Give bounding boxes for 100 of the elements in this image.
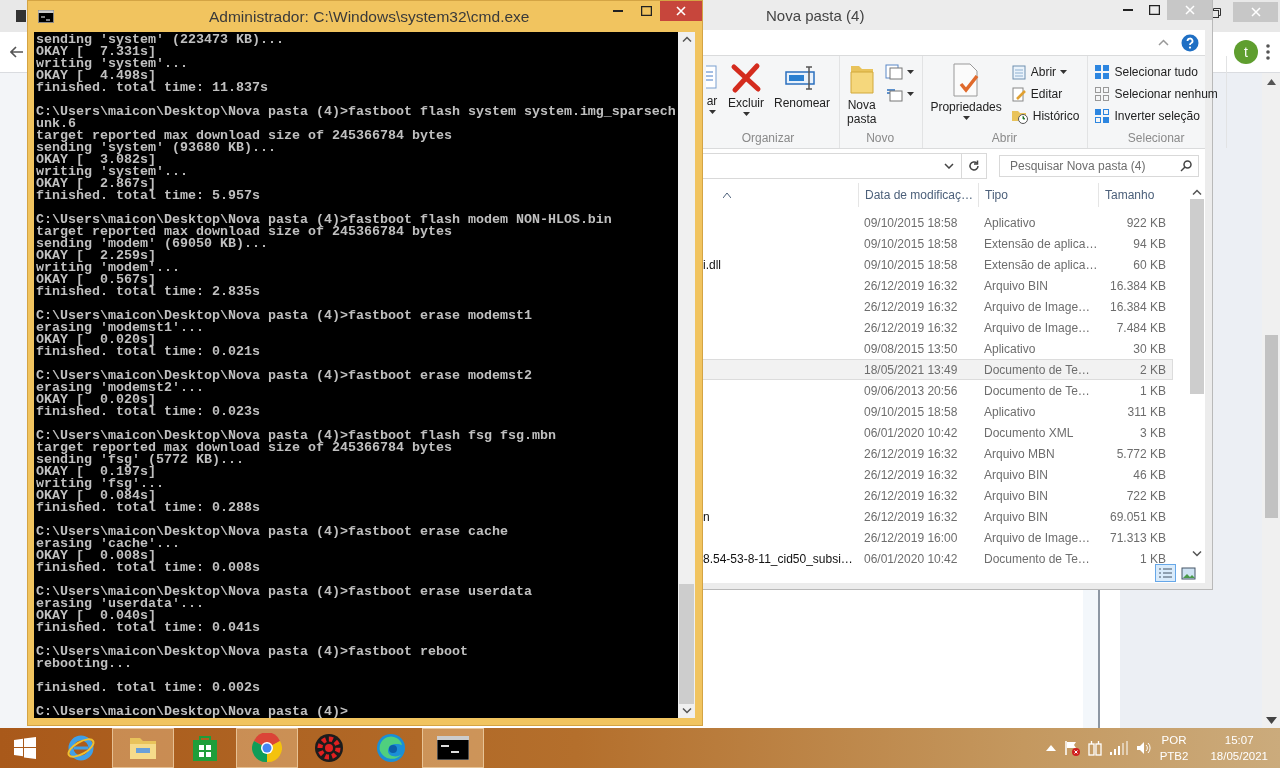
ribbon-button[interactable]: ar: [703, 60, 721, 131]
scrollbar[interactable]: [678, 32, 695, 718]
table-cell-text: 722 KB: [1125, 488, 1166, 503]
console-line: unk.6: [36, 118, 76, 130]
column-header[interactable]: Tamanho: [1098, 183, 1178, 207]
flag-error-icon[interactable]: [1063, 740, 1080, 756]
minimize-icon: [1123, 9, 1133, 11]
table-cell-text: 46 KB: [1132, 467, 1166, 482]
caret-icon: [708, 110, 716, 114]
chevron-up-icon[interactable]: [1045, 745, 1056, 751]
table-cell-text: 7.484 KB: [1115, 320, 1166, 335]
console-line: OKAY [ 0.197s]: [36, 466, 156, 478]
file-row[interactable]: 09/10/2015 18:58 Aplicativo 922 KB: [703, 212, 1173, 233]
console-line: C:\Users\maicon\Desktop\Nova pasta (4)>: [36, 706, 349, 718]
console-line: OKAY [ 7.331s]: [36, 46, 156, 58]
file-row[interactable]: 8.54-53-8-11_cid50_subsi… 06/01/2020 10:42 Documento de Te… 1 KB: [703, 548, 1173, 569]
table-cell-text: 922 KB: [1125, 215, 1166, 230]
file-row[interactable]: 26/12/2019 16:32 Arquivo BIN 722 KB: [703, 485, 1173, 506]
console-line: target reported max download size of 245366784 bytes: [36, 226, 453, 238]
ribbon-button[interactable]: Editar: [1008, 84, 1082, 103]
minimize-icon: [613, 10, 623, 12]
table-cell-text: 26/12/2019 16:32: [863, 467, 959, 482]
refresh-icon: [968, 160, 980, 172]
invert-selection-icon: [1094, 107, 1111, 124]
select-none-icon: [1094, 85, 1111, 102]
ribbon-button[interactable]: Selecionar tudo: [1092, 62, 1220, 81]
column-header[interactable]: Data de modificaç…: [858, 183, 978, 207]
table-cell-text: 1 KB: [1139, 383, 1166, 398]
console-line: C:\Users\maicon\Desktop\Nova pasta (4)>fastboot reboot: [36, 646, 469, 658]
table-cell-text: 09/10/2015 18:58: [863, 215, 959, 230]
help-icon[interactable]: [1181, 33, 1199, 52]
console-line: finished. total time: 0.288s: [36, 502, 261, 514]
ribbon-button[interactable]: Abrir: [1008, 62, 1082, 81]
file-row[interactable]: i.dll 09/10/2015 18:58 Extensão de aplica… 60 KB: [703, 254, 1173, 275]
kebab-menu-icon[interactable]: [1266, 44, 1270, 60]
collapse-ribbon-icon[interactable]: [1158, 39, 1169, 46]
console-line: erasing 'cache'...: [36, 538, 180, 550]
maximize-icon[interactable]: [1211, 8, 1221, 18]
file-row[interactable]: 26/12/2019 16:32 Arquivo BIN 16.384 KB: [703, 275, 1173, 296]
ribbon-button[interactable]: Selecionar nenhum: [1092, 84, 1220, 103]
console-line: erasing 'modemst1'...: [36, 322, 204, 334]
close-icon: [1184, 5, 1195, 15]
file-row[interactable]: 09/06/2013 20:56 Documento de Te… 1 KB: [703, 380, 1173, 401]
console-line: writing 'modem'...: [36, 262, 181, 274]
table-cell-text: 71.313 KB: [1108, 530, 1166, 545]
ribbon-button[interactable]: Nova pasta: [844, 60, 880, 131]
ribbon-button[interactable]: Histórico: [1008, 106, 1082, 125]
console-line: finished. total time: 0.008s: [36, 562, 261, 574]
scrollbar-thumb[interactable]: [679, 584, 694, 704]
file-row[interactable]: 18/05/2021 13:49 Documento de Te… 2 KB: [703, 359, 1173, 380]
console-line: OKAY [ 0.084s]: [36, 490, 156, 502]
table-cell-text: Arquivo BIN: [983, 278, 1050, 293]
ribbon-button[interactable]: Propriedades: [927, 60, 1005, 131]
ribbon-button[interactable]: [883, 62, 917, 81]
file-row[interactable]: 26/12/2019 16:32 Arquivo de Image… 7.484 KB: [703, 317, 1173, 338]
console-line: sending 'modem' (69050 KB)...: [36, 238, 269, 250]
taskbar-button[interactable]: [422, 728, 484, 768]
file-row[interactable]: 26/12/2019 16:32 Arquivo BIN 46 KB: [703, 464, 1173, 485]
search-icon: [1180, 160, 1192, 172]
console-line: OKAY [ 2.867s]: [36, 178, 156, 190]
file-row[interactable]: n 26/12/2019 16:32 Arquivo BIN 69.051 KB: [703, 506, 1173, 527]
signal-bars-icon[interactable]: [1109, 741, 1128, 755]
file-row[interactable]: 06/01/2020 10:42 Documento XML 3 KB: [703, 422, 1173, 443]
console-line: writing 'system'...: [36, 58, 189, 70]
ribbon-button[interactable]: Excluir: [725, 60, 767, 131]
file-row[interactable]: 26/12/2019 16:00 Arquivo de Image… 71.313 KB: [703, 527, 1173, 548]
speaker-icon[interactable]: [1135, 741, 1152, 755]
file-row[interactable]: 26/12/2019 16:32 Arquivo MBN 5.772 KB: [703, 443, 1173, 464]
file-row[interactable]: 09/08/2015 13:50 Aplicativo 30 KB: [703, 338, 1173, 359]
file-row[interactable]: 09/10/2015 18:58 Extensão de aplica… 94 KB: [703, 233, 1173, 254]
scrollbar[interactable]: [1262, 73, 1280, 728]
table-cell-text: Arquivo BIN: [983, 467, 1050, 482]
console-line: OKAY [ 0.567s]: [36, 274, 157, 286]
ring-icon: [66, 733, 96, 763]
language-code: POR: [1161, 733, 1187, 748]
scrollbar-thumb[interactable]: [1264, 335, 1278, 518]
power-icon[interactable]: [1087, 740, 1102, 756]
table-cell-text: 26/12/2019 16:32: [863, 509, 959, 524]
console-line: writing 'fsg'...: [36, 478, 165, 490]
table-cell-text: 18/05/2021 13:49: [863, 362, 959, 377]
table-cell-text: 09/10/2015 18:58: [863, 257, 959, 272]
search-field[interactable]: Pesquisar Nova pasta (4): [999, 155, 1199, 177]
table-cell-text: 1 KB: [1139, 551, 1166, 566]
table-cell-text: 5.772 KB: [1115, 446, 1166, 461]
ribbon-group-label: Novo: [865, 131, 896, 145]
ribbon-button[interactable]: Inverter seleção: [1092, 106, 1220, 125]
view-button[interactable]: [1155, 564, 1176, 582]
console-line: C:\Users\maicon\Desktop\Nova pasta (4)>fastboot erase userdata: [36, 586, 533, 598]
table-cell-text: Extensão de aplica…: [983, 236, 1098, 251]
file-row[interactable]: 09/10/2015 18:58 Aplicativo 311 KB: [703, 401, 1173, 422]
back-arrow-icon[interactable]: [10, 46, 24, 58]
table-cell-text: Arquivo de Image…: [983, 530, 1092, 545]
file-row[interactable]: 26/12/2019 16:32 Arquivo de Image… 16.384 KB: [703, 296, 1173, 317]
shopping-bag-icon: [192, 734, 218, 762]
column-header[interactable]: Tipo: [978, 183, 1098, 207]
table-cell-text: 69.051 KB: [1108, 509, 1166, 524]
scrollbar-thumb[interactable]: [1190, 199, 1204, 394]
ribbon-button[interactable]: Renomear: [771, 60, 834, 131]
console-line: finished. total time: 2.835s: [36, 286, 261, 298]
view-button[interactable]: [1178, 564, 1199, 582]
